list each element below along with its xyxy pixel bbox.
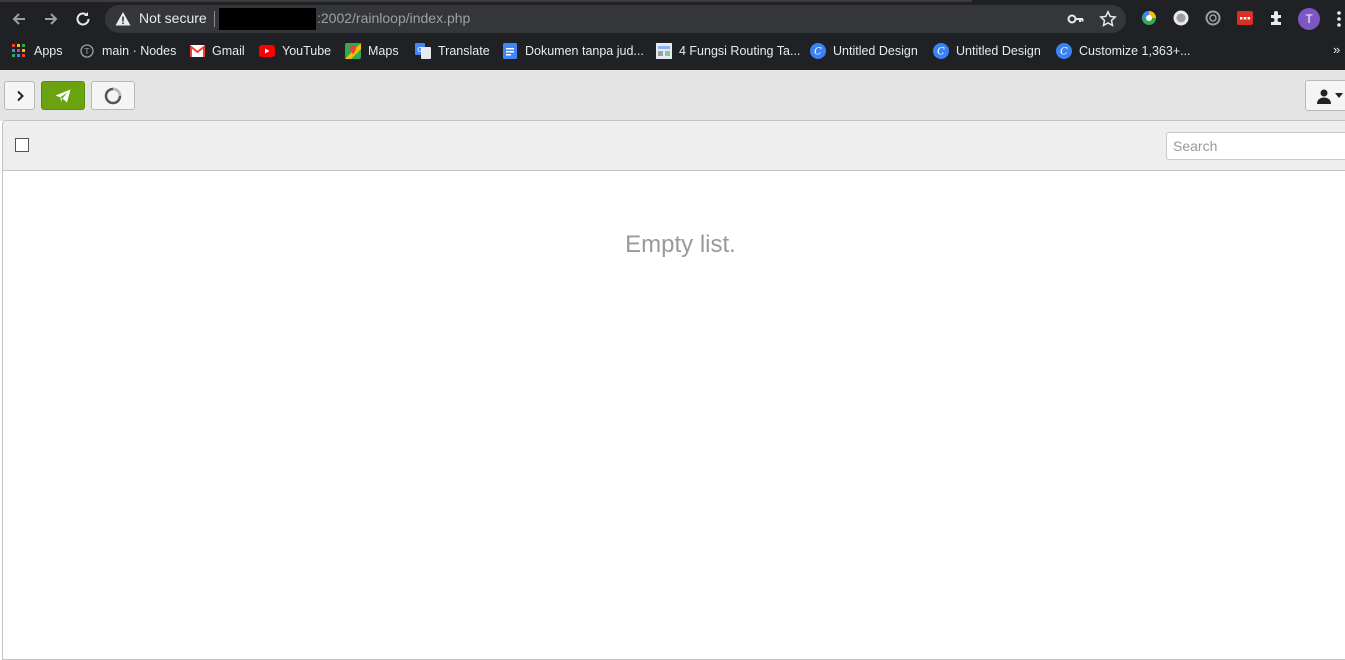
url-text[interactable]: :2002/rainloop/index.php [317, 10, 470, 26]
bookmark-label: Maps [368, 44, 399, 58]
bookmark-label: YouTube [282, 44, 332, 58]
svg-text:G: G [417, 46, 422, 54]
bookmark-translate[interactable]: G Translate [415, 41, 490, 61]
maps-icon [345, 43, 361, 59]
reload-icon [76, 12, 90, 26]
bookmark-label: Customize 1,363+... [1079, 44, 1191, 58]
bookmark-label: 4 Fungsi Routing Ta... [679, 44, 801, 58]
bookmark-label: Gmail [212, 44, 245, 58]
gmail-icon [189, 43, 205, 59]
puzzle-extensions-icon[interactable] [1268, 9, 1286, 27]
bookmark-star-icon[interactable] [1099, 10, 1117, 28]
select-all-checkbox[interactable] [15, 138, 29, 152]
toggle-sidebar-button[interactable] [4, 81, 35, 110]
message-list-header [3, 121, 1345, 171]
nodes-icon: T [79, 43, 95, 59]
bookmark-customize[interactable]: C Customize 1,363+... [1056, 41, 1191, 61]
omnibox-separator [214, 11, 215, 27]
svg-text:T: T [84, 47, 90, 56]
bookmark-label: Untitled Design [956, 44, 1041, 58]
page-favicon-icon [656, 43, 672, 59]
canva-icon: C [1056, 43, 1072, 59]
bookmark-maps[interactable]: Maps [345, 41, 399, 61]
security-status[interactable]: Not secure [139, 10, 207, 26]
bookmark-docs[interactable]: Dokumen tanpa jud... [502, 41, 644, 61]
profile-avatar[interactable]: T [1298, 8, 1320, 30]
caret-down-icon [1335, 92, 1343, 98]
youtube-icon [259, 43, 275, 59]
browser-chrome: Not secure :2002/rainloop/index.php T Ap… [0, 0, 1345, 70]
bookmark-label: main · Nodes [102, 44, 177, 58]
bookmark-label: Untitled Design [833, 44, 918, 58]
canva-icon: C [810, 43, 826, 59]
svg-text:C: C [937, 47, 945, 58]
svg-text:C: C [814, 47, 822, 58]
extension-red-icon[interactable] [1236, 9, 1254, 27]
loading-spinner-icon [104, 87, 122, 104]
bookmark-untitled-design-1[interactable]: C Untitled Design [810, 41, 918, 61]
bookmark-label: Dokumen tanpa jud... [525, 44, 644, 58]
back-arrow-icon [12, 13, 25, 25]
extension-color-icon[interactable] [1140, 9, 1158, 27]
compose-button[interactable] [41, 81, 85, 110]
warning-icon [115, 12, 131, 26]
bookmark-untitled-design-2[interactable]: C Untitled Design [933, 41, 1041, 61]
back-button[interactable] [7, 7, 31, 31]
bookmark-main-nodes[interactable]: T main · Nodes [79, 41, 176, 61]
key-icon[interactable] [1067, 11, 1085, 27]
svg-text:C: C [1060, 47, 1068, 58]
forward-arrow-icon [45, 13, 58, 25]
refresh-button[interactable] [91, 81, 135, 110]
user-icon [1317, 89, 1331, 104]
menu-kebab-icon[interactable] [1336, 10, 1342, 28]
message-list-panel: Empty list. [2, 120, 1345, 660]
search-input[interactable] [1166, 132, 1345, 160]
paper-plane-icon [55, 89, 71, 102]
tab-strip [0, 0, 972, 2]
forward-button[interactable] [39, 7, 63, 31]
bookmark-apps[interactable]: Apps [11, 41, 63, 61]
bookmarks-overflow-button[interactable]: » [1333, 42, 1340, 57]
bookmark-routing[interactable]: 4 Fungsi Routing Ta... [656, 41, 800, 61]
mail-toolbar [0, 70, 1345, 121]
bookmark-gmail[interactable]: Gmail [189, 41, 245, 61]
redacted-host [219, 8, 316, 30]
apps-grid-icon [11, 43, 27, 59]
reload-button[interactable] [71, 7, 95, 31]
chevron-right-icon [16, 90, 24, 101]
address-bar[interactable]: Not secure :2002/rainloop/index.php [105, 5, 1126, 33]
account-menu-button[interactable] [1305, 80, 1345, 111]
docs-icon [502, 43, 518, 59]
bookmark-label: Apps [34, 44, 63, 58]
extension-circle-icon[interactable] [1172, 9, 1190, 27]
extension-ring-icon[interactable] [1204, 9, 1222, 27]
translate-icon: G [415, 43, 431, 59]
empty-list-message: Empty list. [625, 231, 736, 258]
bookmark-label: Translate [438, 44, 490, 58]
bookmark-youtube[interactable]: YouTube [259, 41, 331, 61]
canva-icon: C [933, 43, 949, 59]
